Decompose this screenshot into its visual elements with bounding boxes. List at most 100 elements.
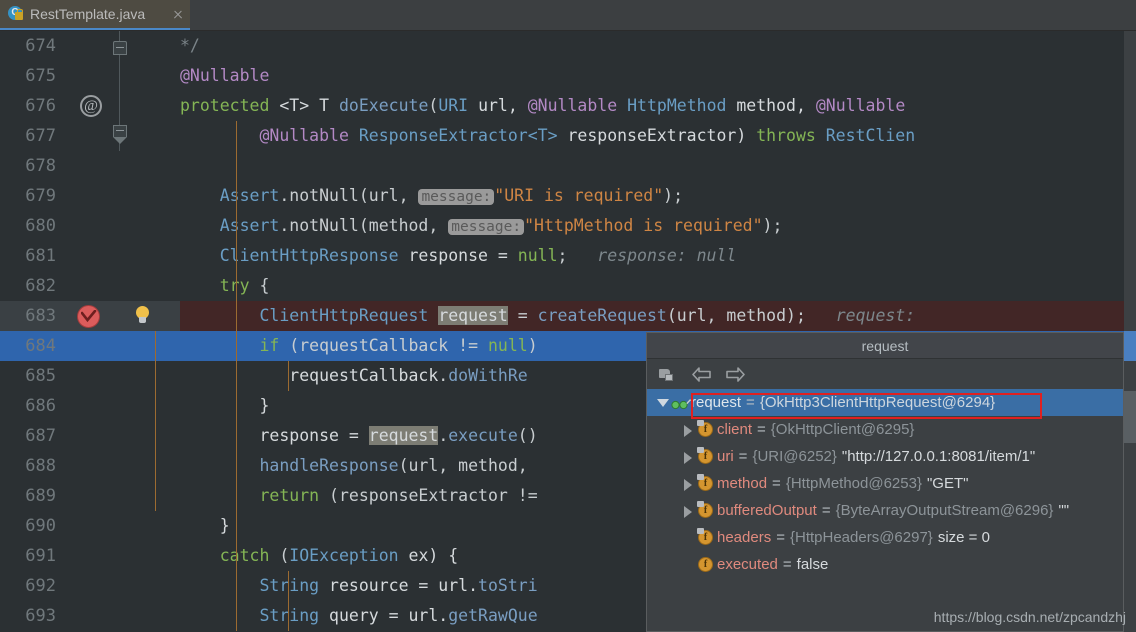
popup-title-bar[interactable]: request xyxy=(647,333,1123,359)
gutter-annotations[interactable] xyxy=(62,541,118,571)
line-number: 693 xyxy=(25,606,56,626)
variable-row[interactable]: request = {OkHttp3ClientHttpRequest@6294} xyxy=(647,389,1123,416)
gutter-markers[interactable] xyxy=(118,31,180,61)
gutter-annotations[interactable] xyxy=(62,151,118,181)
gutter-markers[interactable] xyxy=(118,151,180,181)
code-line-682[interactable]: 682 try { xyxy=(0,271,1136,301)
override-method-icon[interactable]: @ xyxy=(80,95,102,117)
editor-tab-resttemplate[interactable]: C RestTemplate.java xyxy=(0,0,190,30)
gutter-markers[interactable] xyxy=(118,331,180,361)
field-final-icon: f xyxy=(697,443,717,470)
debugger-variables-tree[interactable]: request = {OkHttp3ClientHttpRequest@6294} f… xyxy=(647,389,1123,631)
code-line-678[interactable]: 678 xyxy=(0,151,1136,181)
code-text: ClientHttpResponse response = null; resp… xyxy=(219,246,737,265)
forward-arrow-icon[interactable] xyxy=(723,362,749,386)
code-line-677[interactable]: 677 @Nullable ResponseExtractor<T> respo… xyxy=(0,121,1136,151)
gutter-annotations[interactable] xyxy=(62,121,127,151)
code-line-683[interactable]: 683 ClientHttpRequest request = createRe… xyxy=(0,301,1136,331)
code-line-676[interactable]: 676 @ protected <T> T doExecute(URI url,… xyxy=(0,91,1136,121)
variable-type: {HttpHeaders@6297} xyxy=(789,529,933,546)
new-watch-icon[interactable] xyxy=(655,362,681,386)
debugger-value-popup[interactable]: request request = {OkHttp3ClientHttpRequ… xyxy=(646,332,1124,632)
gutter-markers[interactable] xyxy=(118,301,180,331)
popup-title-label: request xyxy=(861,337,909,354)
gutter-markers[interactable] xyxy=(118,361,180,391)
line-number: 690 xyxy=(25,516,56,536)
gutter-annotations[interactable] xyxy=(62,301,118,331)
expand-triangle-right-icon[interactable] xyxy=(679,443,697,470)
code-line-675[interactable]: 675 @Nullable xyxy=(0,61,1136,91)
variable-row[interactable]: f method = {HttpMethod@6253} "GET" xyxy=(647,470,1123,497)
expand-triangle-down-icon[interactable] xyxy=(653,389,671,416)
inline-debug-value[interactable]: response: null xyxy=(597,246,736,265)
gutter-markers[interactable] xyxy=(118,181,180,211)
gutter-annotations[interactable] xyxy=(62,181,118,211)
scrollbar-thumb[interactable] xyxy=(1124,391,1136,443)
variable-type: {URI@6252} xyxy=(752,448,837,465)
expand-triangle-right-icon[interactable] xyxy=(679,497,697,524)
gutter-annotations[interactable]: @ xyxy=(62,91,120,121)
expand-triangle-right-icon[interactable] xyxy=(679,470,697,497)
gutter-annotations[interactable] xyxy=(62,601,118,631)
gutter-annotations[interactable] xyxy=(62,211,118,241)
gutter-markers[interactable] xyxy=(118,211,180,241)
variable-row[interactable]: f headers = {HttpHeaders@6297} size = 0 xyxy=(647,524,1123,551)
parameter-hint[interactable]: message: xyxy=(448,219,525,235)
gutter-markers[interactable] xyxy=(118,241,180,271)
identifier-highlight: request xyxy=(368,426,439,445)
inline-debug-value[interactable]: request: xyxy=(836,306,915,325)
current-line-marker[interactable] xyxy=(1124,331,1136,361)
gutter-annotations[interactable] xyxy=(62,421,118,451)
gutter-markers[interactable] xyxy=(118,121,180,151)
gutter-annotations[interactable] xyxy=(62,511,118,541)
gutter-annotations[interactable] xyxy=(62,31,127,61)
gutter-markers[interactable] xyxy=(118,541,180,571)
watermark-text: https://blog.csdn.net/zpcandzhj xyxy=(933,609,1126,625)
editor-tab-bar: C RestTemplate.java xyxy=(0,0,1136,31)
parameter-hint[interactable]: message: xyxy=(418,189,495,205)
variable-row[interactable]: f bufferedOutput = {ByteArrayOutputStream@6… xyxy=(647,497,1123,524)
code-text: response = request.execute() xyxy=(259,426,538,445)
variable-equals: = xyxy=(746,394,755,411)
gutter-annotations[interactable] xyxy=(62,361,118,391)
close-icon[interactable] xyxy=(170,6,186,22)
popup-toolbar[interactable] xyxy=(647,359,1123,389)
gutter-annotations[interactable] xyxy=(62,61,120,91)
code-text: String query = url.getRawQue xyxy=(259,606,538,625)
code-text: } xyxy=(219,516,230,535)
code-line-680[interactable]: 680 Assert.notNull(method, message: "Http… xyxy=(0,211,1136,241)
gutter-markers[interactable] xyxy=(118,571,180,601)
gutter-markers[interactable] xyxy=(118,451,180,481)
field-final-icon: f xyxy=(697,524,717,551)
variable-row[interactable]: f uri = {URI@6252} "http://127.0.0.1:8081/it… xyxy=(647,443,1123,470)
gutter-annotations[interactable] xyxy=(62,451,118,481)
code-line-681[interactable]: 681 ClientHttpResponse response = null; … xyxy=(0,241,1136,271)
gutter-markers[interactable] xyxy=(118,91,180,121)
gutter-markers[interactable] xyxy=(118,271,180,301)
gutter-annotations[interactable] xyxy=(62,331,118,361)
code-line-674[interactable]: 674 */ xyxy=(0,31,1136,61)
gutter-annotations[interactable] xyxy=(62,271,118,301)
back-arrow-icon[interactable] xyxy=(689,362,715,386)
gutter-annotations[interactable] xyxy=(62,241,118,271)
field-final-icon: f xyxy=(697,416,717,443)
gutter-markers[interactable] xyxy=(118,421,180,451)
code-text: catch (IOException ex) { xyxy=(219,546,459,565)
gutter-markers[interactable] xyxy=(118,601,180,631)
expand-triangle-right-icon[interactable] xyxy=(679,416,697,443)
gutter-markers[interactable] xyxy=(118,391,180,421)
gutter-markers[interactable] xyxy=(118,61,180,91)
variable-row[interactable]: f client = {OkHttpClient@6295} xyxy=(647,416,1123,443)
line-number: 676 xyxy=(25,96,56,116)
editor-marker-strip[interactable] xyxy=(1124,31,1136,632)
variable-value: "GET" xyxy=(926,475,969,492)
code-line-679[interactable]: 679 Assert.notNull(url, message: "URI is … xyxy=(0,181,1136,211)
gutter-markers[interactable] xyxy=(118,511,180,541)
variable-row[interactable]: f executed = false xyxy=(647,551,1123,578)
gutter-markers[interactable] xyxy=(118,481,180,511)
gutter-annotations[interactable] xyxy=(62,391,118,421)
gutter-annotations[interactable] xyxy=(62,481,118,511)
line-number: 678 xyxy=(25,156,56,176)
gutter-annotations[interactable] xyxy=(62,571,118,601)
